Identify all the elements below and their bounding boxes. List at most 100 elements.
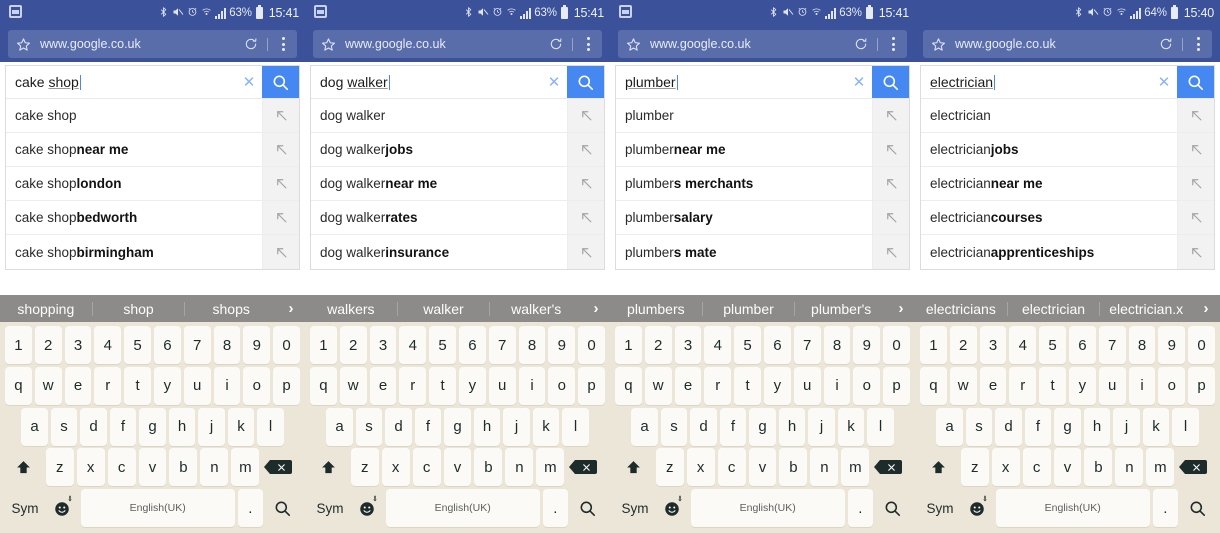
key-t[interactable]: t xyxy=(429,366,456,405)
key-z[interactable]: z xyxy=(45,448,74,487)
key-p[interactable]: p xyxy=(883,366,910,405)
key-g[interactable]: g xyxy=(139,407,166,446)
key-b[interactable]: b xyxy=(474,448,503,487)
key-t[interactable]: t xyxy=(124,366,151,405)
key-m[interactable]: m xyxy=(841,448,870,487)
emoji-icon[interactable] xyxy=(658,489,688,527)
key-j[interactable]: j xyxy=(1113,407,1140,446)
reload-icon[interactable] xyxy=(1159,37,1173,51)
key-r[interactable]: r xyxy=(94,366,122,405)
prediction-word[interactable]: electrician xyxy=(1008,301,1100,317)
key-1[interactable]: 1 xyxy=(310,326,337,364)
key-i[interactable]: i xyxy=(823,366,851,405)
key-l[interactable]: l xyxy=(1172,407,1199,446)
symbols-key[interactable]: Sym xyxy=(920,489,960,527)
key-s[interactable]: s xyxy=(965,407,993,446)
key-e[interactable]: e xyxy=(64,366,92,405)
key-0[interactable]: 0 xyxy=(578,326,605,364)
suggestion-row[interactable]: electrician xyxy=(921,99,1214,133)
key-8[interactable]: 8 xyxy=(213,326,241,364)
key-9[interactable]: 9 xyxy=(243,326,271,364)
key-i[interactable]: i xyxy=(1128,366,1156,405)
fill-suggestion-arrow-icon[interactable] xyxy=(567,235,604,269)
key-q[interactable]: q xyxy=(615,366,642,405)
backspace-icon[interactable] xyxy=(1177,448,1215,487)
key-m[interactable]: m xyxy=(1146,448,1175,487)
backspace-icon[interactable] xyxy=(262,448,300,487)
period-key[interactable]: . xyxy=(542,489,568,527)
key-r[interactable]: r xyxy=(399,366,427,405)
suggestion-row[interactable]: plumber s mate xyxy=(616,235,909,269)
fill-suggestion-arrow-icon[interactable] xyxy=(262,235,299,269)
suggestion-row[interactable]: dog walker near me xyxy=(311,167,604,201)
key-6[interactable]: 6 xyxy=(1069,326,1096,364)
prediction-word[interactable]: walker's xyxy=(490,301,582,317)
key-3[interactable]: 3 xyxy=(674,326,702,364)
suggestion-row[interactable]: plumber s merchants xyxy=(616,167,909,201)
fill-suggestion-arrow-icon[interactable] xyxy=(567,201,604,234)
reload-icon[interactable] xyxy=(854,37,868,51)
fill-suggestion-arrow-icon[interactable] xyxy=(872,167,909,200)
key-a[interactable]: a xyxy=(631,407,658,446)
bookmark-star-icon[interactable] xyxy=(321,37,336,52)
key-7[interactable]: 7 xyxy=(488,326,516,364)
key-4[interactable]: 4 xyxy=(399,326,427,364)
reload-icon[interactable] xyxy=(549,37,563,51)
key-c[interactable]: c xyxy=(717,448,746,487)
chevron-right-icon[interactable]: › xyxy=(277,300,305,317)
key-t[interactable]: t xyxy=(1039,366,1066,405)
prediction-word[interactable]: shops xyxy=(185,301,277,317)
key-w[interactable]: w xyxy=(34,366,62,405)
key-a[interactable]: a xyxy=(326,407,353,446)
key-7[interactable]: 7 xyxy=(793,326,821,364)
key-h[interactable]: h xyxy=(778,407,806,446)
key-9[interactable]: 9 xyxy=(1158,326,1186,364)
key-u[interactable]: u xyxy=(488,366,516,405)
search-input[interactable]: electrician xyxy=(921,66,1151,98)
prediction-word[interactable]: walkers xyxy=(305,301,397,317)
key-o[interactable]: o xyxy=(548,366,576,405)
key-1[interactable]: 1 xyxy=(5,326,32,364)
emoji-icon[interactable] xyxy=(353,489,383,527)
key-m[interactable]: m xyxy=(231,448,260,487)
key-n[interactable]: n xyxy=(810,448,839,487)
backspace-icon[interactable] xyxy=(872,448,910,487)
fill-suggestion-arrow-icon[interactable] xyxy=(1177,167,1214,200)
key-8[interactable]: 8 xyxy=(518,326,546,364)
key-l[interactable]: l xyxy=(562,407,589,446)
key-1[interactable]: 1 xyxy=(615,326,642,364)
key-x[interactable]: x xyxy=(991,448,1020,487)
search-icon[interactable] xyxy=(1180,489,1215,527)
key-q[interactable]: q xyxy=(920,366,947,405)
key-m[interactable]: m xyxy=(536,448,565,487)
key-2[interactable]: 2 xyxy=(644,326,672,364)
backspace-icon[interactable] xyxy=(567,448,605,487)
key-w[interactable]: w xyxy=(949,366,977,405)
key-s[interactable]: s xyxy=(50,407,78,446)
suggestion-row[interactable]: cake shop bedworth xyxy=(6,201,299,235)
key-r[interactable]: r xyxy=(704,366,732,405)
omnibox[interactable]: www.google.co.uk xyxy=(618,30,907,58)
key-6[interactable]: 6 xyxy=(154,326,181,364)
key-q[interactable]: q xyxy=(5,366,32,405)
fill-suggestion-arrow-icon[interactable] xyxy=(567,167,604,200)
key-0[interactable]: 0 xyxy=(1188,326,1215,364)
key-h[interactable]: h xyxy=(1083,407,1111,446)
suggestion-row[interactable]: dog walker rates xyxy=(311,201,604,235)
suggestion-row[interactable]: electrician apprenticeships xyxy=(921,235,1214,269)
key-u[interactable]: u xyxy=(183,366,211,405)
suggestion-row[interactable]: cake shop near me xyxy=(6,133,299,167)
emoji-icon[interactable] xyxy=(48,489,78,527)
space-key[interactable]: English(UK) xyxy=(995,489,1150,527)
key-g[interactable]: g xyxy=(1054,407,1081,446)
clear-icon[interactable]: ✕ xyxy=(846,66,872,98)
key-y[interactable]: y xyxy=(764,366,791,405)
symbols-key[interactable]: Sym xyxy=(310,489,350,527)
key-n[interactable]: n xyxy=(200,448,229,487)
omnibox[interactable]: www.google.co.uk xyxy=(313,30,602,58)
key-d[interactable]: d xyxy=(385,407,412,446)
key-v[interactable]: v xyxy=(748,448,777,487)
symbols-key[interactable]: Sym xyxy=(615,489,655,527)
overflow-menu-icon[interactable] xyxy=(1192,37,1204,51)
chevron-right-icon[interactable]: › xyxy=(582,300,610,317)
